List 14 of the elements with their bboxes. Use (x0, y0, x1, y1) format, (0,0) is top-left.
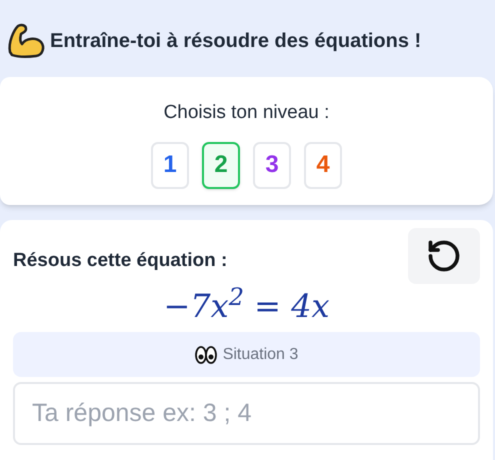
reset-icon (426, 238, 462, 274)
answer-field[interactable]: Ta réponse ex: 3 ; 4 (13, 382, 480, 445)
level-button[interactable]: 3 (253, 142, 291, 188)
flexed-arm-icon (6, 22, 46, 60)
situation-label: Situation 3 (222, 344, 298, 364)
reset-button[interactable] (408, 228, 480, 284)
equation: −7x$^{2}$ = 4x (163, 286, 330, 326)
level-title: Choisis ton niveau : (164, 101, 330, 125)
level-button[interactable]: 4 (304, 142, 342, 188)
level-button[interactable]: 1 (151, 142, 189, 188)
exercise-title: Résous cette équation : (13, 248, 228, 273)
level-button[interactable]: 2 (202, 142, 240, 188)
eyes-icon (194, 346, 217, 364)
page-title: Entraîne-toi à résoudre des équations ! (50, 29, 422, 54)
